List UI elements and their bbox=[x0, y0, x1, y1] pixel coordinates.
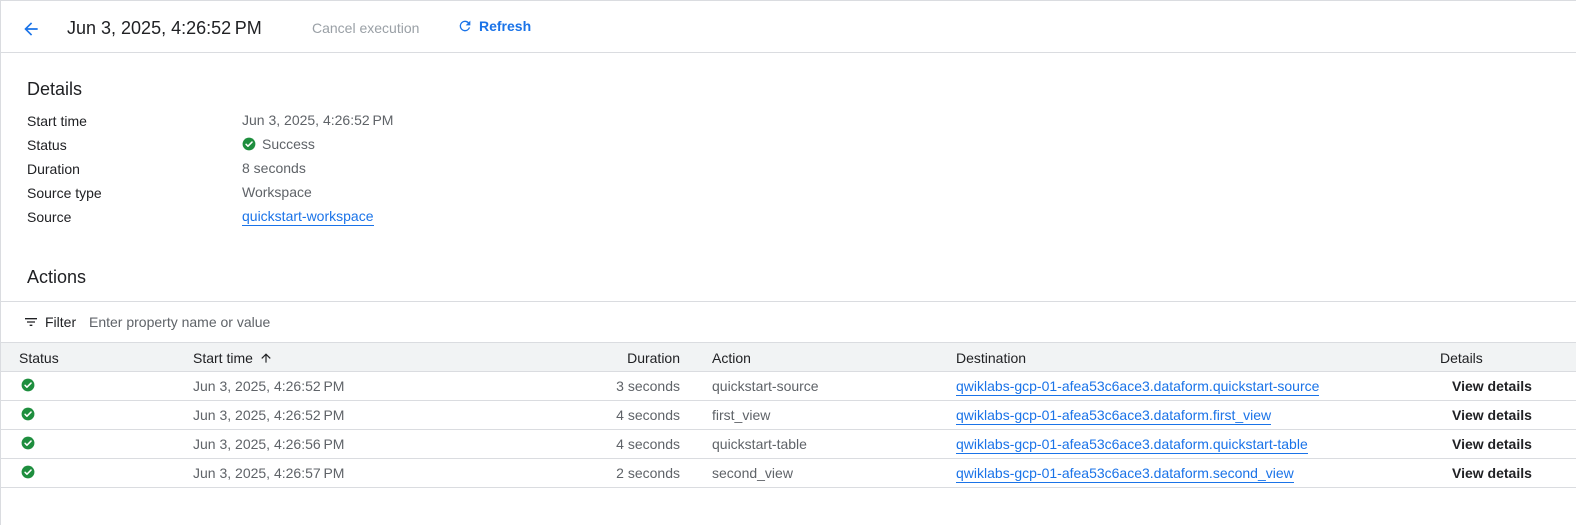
row-start-time: Jun 3, 2025, 4:26:52 PM bbox=[193, 407, 345, 423]
refresh-icon bbox=[459, 20, 471, 32]
status-value: Success bbox=[262, 136, 315, 152]
back-button[interactable] bbox=[19, 17, 43, 41]
row-status-cell bbox=[21, 465, 35, 482]
column-header-destination[interactable]: Destination bbox=[956, 350, 1026, 366]
table-row: Jun 3, 2025, 4:26:52 PM 3 seconds quicks… bbox=[1, 372, 1576, 401]
check-circle-icon bbox=[21, 465, 35, 479]
row-start-time: Jun 3, 2025, 4:26:57 PM bbox=[193, 465, 345, 481]
refresh-label: Refresh bbox=[479, 18, 532, 34]
filter-list-icon bbox=[25, 318, 37, 326]
filter-bar: Filter bbox=[1, 301, 1576, 342]
page-frame: Jun 3, 2025, 4:26:52 PM Cancel execution… bbox=[0, 0, 1576, 525]
check-circle-icon bbox=[242, 137, 256, 151]
column-header-action[interactable]: Action bbox=[712, 350, 751, 366]
start-time-value: Jun 3, 2025, 4:26:52 PM bbox=[242, 112, 394, 128]
detail-label-duration: Duration bbox=[27, 161, 80, 177]
detail-value-source-type: Workspace bbox=[242, 184, 312, 200]
row-destination: qwiklabs-gcp-01-afea53c6ace3.dataform.qu… bbox=[956, 436, 1308, 454]
detail-label-source: Source bbox=[27, 209, 72, 225]
detail-value-status: Success bbox=[242, 136, 315, 152]
column-header-start-time[interactable]: Start time bbox=[193, 350, 273, 366]
view-details-button[interactable]: View details bbox=[1452, 465, 1532, 481]
page-title: Jun 3, 2025, 4:26:52 PM bbox=[67, 18, 262, 38]
row-duration: 2 seconds bbox=[616, 465, 680, 481]
check-circle-icon bbox=[21, 436, 35, 450]
source-link[interactable]: quickstart-workspace bbox=[242, 208, 374, 226]
row-start-time: Jun 3, 2025, 4:26:52 PM bbox=[193, 378, 345, 394]
row-destination: qwiklabs-gcp-01-afea53c6ace3.dataform.se… bbox=[956, 465, 1294, 483]
detail-label-start-time: Start time bbox=[27, 113, 87, 129]
check-circle-icon bbox=[21, 407, 35, 421]
details-heading: Details bbox=[27, 79, 83, 99]
table-row: Jun 3, 2025, 4:26:57 PM 2 seconds second… bbox=[1, 459, 1576, 488]
column-header-details: Details bbox=[1440, 350, 1483, 366]
row-action: first_view bbox=[712, 407, 771, 423]
row-duration: 4 seconds bbox=[616, 436, 680, 452]
column-header-duration[interactable]: Duration bbox=[627, 350, 680, 366]
cancel-execution-button[interactable]: Cancel execution bbox=[312, 20, 419, 36]
destination-link[interactable]: qwiklabs-gcp-01-afea53c6ace3.dataform.qu… bbox=[956, 436, 1308, 454]
row-duration: 4 seconds bbox=[616, 407, 680, 423]
view-details-button[interactable]: View details bbox=[1452, 407, 1532, 423]
source-type-value: Workspace bbox=[242, 184, 312, 200]
detail-value-source: quickstart-workspace bbox=[242, 208, 374, 226]
row-action: second_view bbox=[712, 465, 793, 481]
arrow-back-icon bbox=[24, 22, 38, 36]
table-row: Jun 3, 2025, 4:26:52 PM 4 seconds first_… bbox=[1, 401, 1576, 430]
start-time-header-label: Start time bbox=[193, 350, 253, 366]
filter-input[interactable] bbox=[89, 311, 489, 333]
filter-label: Filter bbox=[45, 314, 77, 330]
row-status-cell bbox=[21, 378, 35, 395]
destination-link[interactable]: qwiklabs-gcp-01-afea53c6ace3.dataform.se… bbox=[956, 465, 1294, 483]
sort-ascending-icon bbox=[261, 353, 271, 363]
page-header: Jun 3, 2025, 4:26:52 PM Cancel execution… bbox=[1, 5, 1576, 53]
row-destination: qwiklabs-gcp-01-afea53c6ace3.dataform.qu… bbox=[956, 378, 1320, 396]
detail-value-start-time: Jun 3, 2025, 4:26:52 PM bbox=[242, 112, 393, 128]
actions-table: Status Start time Duration Action Destin… bbox=[1, 342, 1576, 488]
row-start-time: Jun 3, 2025, 4:26:56 PM bbox=[193, 436, 345, 452]
filter-button[interactable]: Filter bbox=[23, 314, 76, 330]
detail-label-status: Status bbox=[27, 137, 67, 153]
check-circle-icon bbox=[21, 378, 35, 392]
view-details-button[interactable]: View details bbox=[1452, 436, 1532, 452]
table-row: Jun 3, 2025, 4:26:56 PM 4 seconds quicks… bbox=[1, 430, 1576, 459]
row-duration: 3 seconds bbox=[616, 378, 680, 394]
row-action: quickstart-table bbox=[712, 436, 807, 452]
table-header: Status Start time Duration Action Destin… bbox=[1, 342, 1576, 372]
row-action: quickstart-source bbox=[712, 378, 819, 394]
actions-heading: Actions bbox=[27, 267, 87, 287]
destination-link[interactable]: qwiklabs-gcp-01-afea53c6ace3.dataform.qu… bbox=[956, 378, 1320, 396]
view-details-button[interactable]: View details bbox=[1452, 378, 1532, 394]
destination-link[interactable]: qwiklabs-gcp-01-afea53c6ace3.dataform.fi… bbox=[956, 407, 1272, 425]
detail-label-source-type: Source type bbox=[27, 185, 102, 201]
row-destination: qwiklabs-gcp-01-afea53c6ace3.dataform.fi… bbox=[956, 407, 1272, 425]
row-status-cell bbox=[21, 407, 35, 424]
refresh-button[interactable]: Refresh bbox=[457, 18, 531, 34]
row-status-cell bbox=[21, 436, 35, 453]
duration-value: 8 seconds bbox=[242, 160, 306, 176]
column-header-status[interactable]: Status bbox=[19, 350, 59, 366]
detail-value-duration: 8 seconds bbox=[242, 160, 306, 176]
